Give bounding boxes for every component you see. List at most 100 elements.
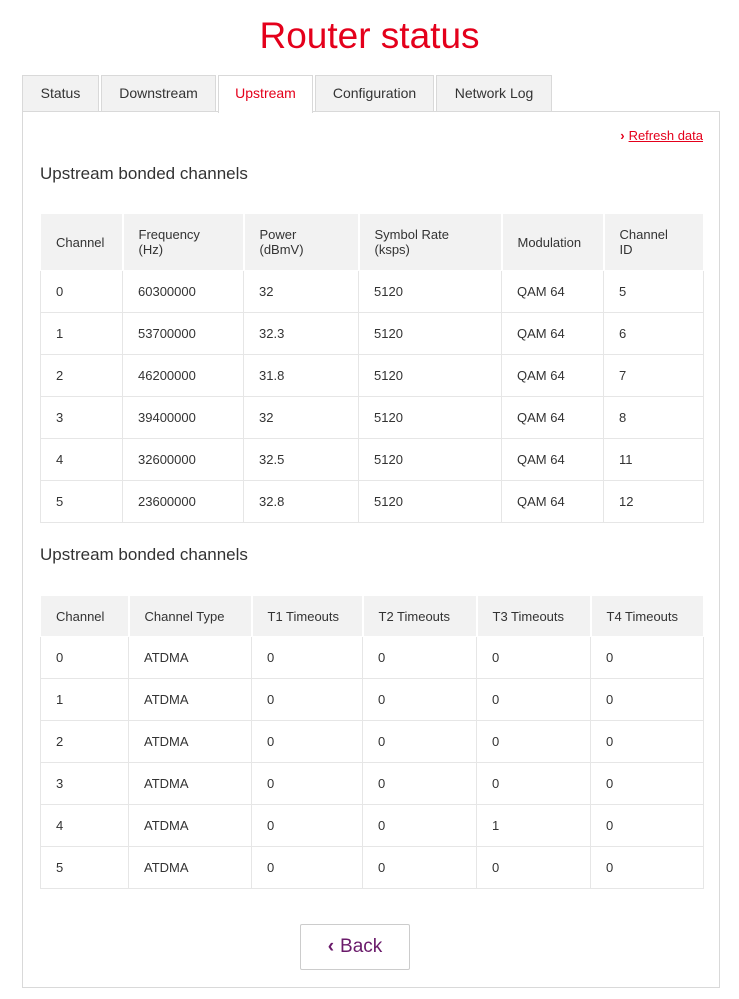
column-header-t4-timeouts: T4 Timeouts bbox=[590, 595, 705, 637]
table-row: 1 53700000 32.3 5120 QAM 64 6 bbox=[40, 312, 704, 355]
table-row: 0 ATDMA 0 0 0 0 bbox=[40, 636, 704, 679]
column-header-t3-timeouts: T3 Timeouts bbox=[476, 595, 592, 637]
cell-channel-id: 12 bbox=[603, 480, 704, 523]
cell-t3: 1 bbox=[476, 804, 591, 847]
cell-channel: 4 bbox=[40, 438, 123, 481]
refresh-data-link[interactable]: › Refresh data bbox=[620, 128, 703, 143]
table-row: 5 ATDMA 0 0 0 0 bbox=[40, 846, 704, 889]
cell-power: 32.8 bbox=[243, 480, 359, 523]
cell-channel-type: ATDMA bbox=[128, 762, 252, 805]
table-row: 3 ATDMA 0 0 0 0 bbox=[40, 762, 704, 805]
table-row: 2 ATDMA 0 0 0 0 bbox=[40, 720, 704, 763]
upstream-bonded-channels-title: Upstream bonded channels bbox=[40, 164, 248, 183]
refresh-data-label: Refresh data bbox=[628, 128, 703, 143]
cell-t3: 0 bbox=[476, 762, 591, 805]
cell-t1: 0 bbox=[251, 636, 363, 679]
column-header-symbol-rate: Symbol Rate (ksps) bbox=[358, 213, 503, 271]
column-header-modulation: Modulation bbox=[501, 213, 605, 271]
cell-modulation: QAM 64 bbox=[501, 438, 604, 481]
cell-t4: 0 bbox=[590, 846, 704, 889]
cell-channel-type: ATDMA bbox=[128, 846, 252, 889]
table-row: 4 32600000 32.5 5120 QAM 64 11 bbox=[40, 438, 704, 481]
table-row: 1 ATDMA 0 0 0 0 bbox=[40, 678, 704, 721]
cell-t1: 0 bbox=[251, 804, 363, 847]
cell-channel-type: ATDMA bbox=[128, 678, 252, 721]
cell-power: 32.3 bbox=[243, 312, 359, 355]
column-header-t1-timeouts: T1 Timeouts bbox=[251, 595, 364, 637]
cell-t2: 0 bbox=[362, 636, 477, 679]
cell-channel-id: 5 bbox=[603, 270, 704, 313]
cell-power: 32 bbox=[243, 270, 359, 313]
cell-channel: 0 bbox=[40, 270, 123, 313]
tab-upstream[interactable]: Upstream bbox=[218, 75, 313, 113]
cell-t4: 0 bbox=[590, 678, 704, 721]
tab-downstream[interactable]: Downstream bbox=[101, 75, 216, 112]
cell-t3: 0 bbox=[476, 636, 591, 679]
table-row: 2 46200000 31.8 5120 QAM 64 7 bbox=[40, 354, 704, 397]
page-title: Router status bbox=[259, 15, 480, 56]
cell-symbol-rate: 5120 bbox=[358, 354, 502, 397]
chevron-left-icon: ‹ bbox=[327, 936, 335, 957]
cell-t1: 0 bbox=[251, 846, 363, 889]
cell-t1: 0 bbox=[251, 762, 363, 805]
cell-channel: 3 bbox=[40, 396, 123, 439]
cell-t2: 0 bbox=[362, 804, 477, 847]
chevron-right-icon: › bbox=[620, 128, 625, 143]
cell-channel: 2 bbox=[40, 720, 129, 763]
column-header-channel-id: Channel ID bbox=[603, 213, 705, 271]
upstream-timeouts-title: Upstream bonded channels bbox=[40, 545, 248, 564]
cell-channel: 2 bbox=[40, 354, 123, 397]
table-row: 3 39400000 32 5120 QAM 64 8 bbox=[40, 396, 704, 439]
upstream-channels-table: Channel Frequency (Hz) Power (dBmV) Symbol… bbox=[40, 213, 705, 523]
cell-symbol-rate: 5120 bbox=[358, 270, 502, 313]
cell-channel-id: 11 bbox=[603, 438, 704, 481]
tab-configuration[interactable]: Configuration bbox=[315, 75, 434, 112]
tab-status[interactable]: Status bbox=[22, 75, 99, 112]
cell-channel-id: 8 bbox=[603, 396, 704, 439]
cell-modulation: QAM 64 bbox=[501, 354, 604, 397]
column-header-channel-type: Channel Type bbox=[128, 595, 253, 637]
cell-symbol-rate: 5120 bbox=[358, 480, 502, 523]
cell-t1: 0 bbox=[251, 678, 363, 721]
cell-symbol-rate: 5120 bbox=[358, 438, 502, 481]
cell-t3: 0 bbox=[476, 846, 591, 889]
cell-frequency: 39400000 bbox=[122, 396, 244, 439]
table-row: 4 ATDMA 0 0 1 0 bbox=[40, 804, 704, 847]
cell-channel: 0 bbox=[40, 636, 129, 679]
cell-channel-type: ATDMA bbox=[128, 804, 252, 847]
cell-channel-type: ATDMA bbox=[128, 720, 252, 763]
cell-power: 31.8 bbox=[243, 354, 359, 397]
upstream-timeouts-table: Channel Channel Type T1 Timeouts T2 Time… bbox=[40, 595, 705, 889]
cell-channel: 4 bbox=[40, 804, 129, 847]
cell-t4: 0 bbox=[590, 636, 704, 679]
cell-t2: 0 bbox=[362, 762, 477, 805]
column-header-channel: Channel bbox=[40, 595, 130, 637]
cell-t4: 0 bbox=[590, 720, 704, 763]
cell-symbol-rate: 5120 bbox=[358, 312, 502, 355]
table-row: 0 60300000 32 5120 QAM 64 5 bbox=[40, 270, 704, 313]
cell-channel: 5 bbox=[40, 846, 129, 889]
cell-frequency: 46200000 bbox=[122, 354, 244, 397]
cell-modulation: QAM 64 bbox=[501, 270, 604, 313]
table-header-row: Channel Channel Type T1 Timeouts T2 Time… bbox=[40, 595, 705, 637]
cell-channel-id: 7 bbox=[603, 354, 704, 397]
cell-frequency: 60300000 bbox=[122, 270, 244, 313]
back-button[interactable]: ‹ Back bbox=[300, 924, 410, 970]
cell-t2: 0 bbox=[362, 846, 477, 889]
cell-channel-id: 6 bbox=[603, 312, 704, 355]
column-header-channel: Channel bbox=[40, 213, 124, 271]
cell-channel-type: ATDMA bbox=[128, 636, 252, 679]
cell-t2: 0 bbox=[362, 678, 477, 721]
cell-t2: 0 bbox=[362, 720, 477, 763]
cell-channel: 3 bbox=[40, 762, 129, 805]
cell-t4: 0 bbox=[590, 804, 704, 847]
content-panel: › Refresh data Upstream bonded channels C… bbox=[22, 111, 720, 988]
table-header-row: Channel Frequency (Hz) Power (dBmV) Symbol… bbox=[40, 213, 705, 271]
cell-power: 32 bbox=[243, 396, 359, 439]
cell-channel: 5 bbox=[40, 480, 123, 523]
cell-t3: 0 bbox=[476, 678, 591, 721]
cell-t3: 0 bbox=[476, 720, 591, 763]
tab-network-log[interactable]: Network Log bbox=[436, 75, 552, 112]
cell-frequency: 32600000 bbox=[122, 438, 244, 481]
cell-channel: 1 bbox=[40, 312, 123, 355]
